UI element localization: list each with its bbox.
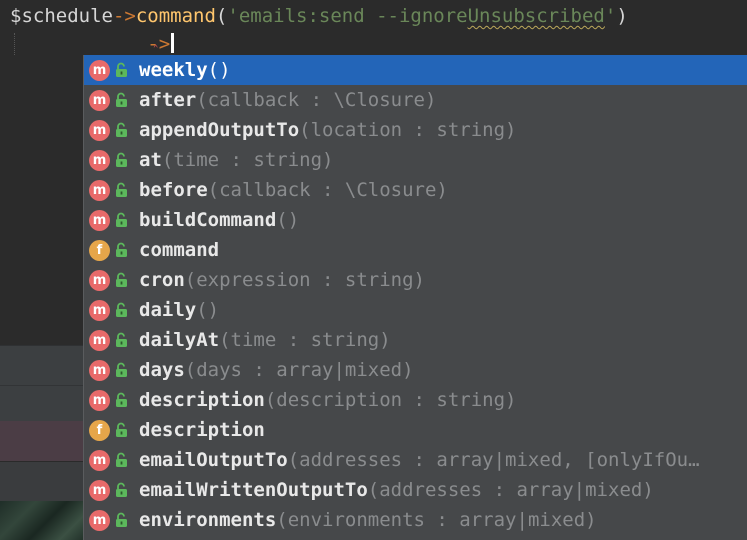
method-kind-icon: m bbox=[89, 179, 110, 201]
background-panel-highlight bbox=[0, 421, 84, 461]
completion-item-name: description bbox=[139, 419, 265, 441]
unlocked-padlock-icon bbox=[115, 452, 128, 468]
unlocked-padlock-icon bbox=[115, 242, 128, 258]
method-kind-icon: m bbox=[89, 89, 110, 111]
completion-item-signature: (description : string) bbox=[264, 389, 517, 411]
code-variable: $schedule bbox=[10, 5, 113, 27]
completion-item-signature: (time : string) bbox=[161, 149, 334, 171]
completion-item-name: description bbox=[139, 389, 265, 411]
completion-item-name: cron bbox=[139, 269, 185, 291]
completion-item-name: buildCommand bbox=[139, 209, 277, 231]
unlocked-padlock-icon bbox=[115, 362, 128, 378]
completion-item[interactable]: m cron (expression : string) bbox=[84, 265, 747, 295]
completion-item[interactable]: m description (description : string) bbox=[84, 385, 747, 415]
code-open-paren: ( bbox=[215, 5, 228, 27]
completion-item[interactable]: m before (callback : \Closure) bbox=[84, 175, 747, 205]
caret-error-mark-icon: ⌃ bbox=[153, 44, 159, 54]
completion-item-signature: (addresses : array|mixed) bbox=[367, 479, 654, 501]
unlocked-padlock-icon bbox=[115, 212, 128, 228]
code-method-name: command bbox=[135, 5, 216, 27]
completion-item-signature: (location : string) bbox=[299, 119, 517, 141]
method-kind-icon: m bbox=[89, 509, 110, 531]
completion-item[interactable]: f description bbox=[84, 415, 747, 445]
background-panel bbox=[0, 461, 84, 502]
completion-item-signature: (days : array|mixed) bbox=[184, 359, 414, 381]
completion-item-signature: () bbox=[207, 59, 231, 81]
completion-item-name: environments bbox=[139, 509, 277, 531]
completion-item[interactable]: m at (time : string) bbox=[84, 145, 747, 175]
completion-item-name: days bbox=[139, 359, 185, 381]
unlocked-padlock-icon bbox=[115, 332, 128, 348]
text-caret bbox=[171, 33, 175, 53]
field-kind-icon: f bbox=[89, 419, 110, 441]
background-panel bbox=[0, 385, 84, 422]
completion-item-name: dailyAt bbox=[139, 329, 220, 351]
method-kind-icon: m bbox=[89, 209, 110, 231]
code-completion-popup[interactable]: m weekly() m after (callback : \Closure) m app… bbox=[83, 55, 747, 540]
completion-item-signature: (expression : string) bbox=[184, 269, 425, 291]
completion-item[interactable]: m environments (environments : array|mixed… bbox=[84, 505, 747, 535]
completion-item-signature: (addresses : array|mixed, [onlyIfOu… bbox=[287, 449, 700, 471]
completion-item[interactable]: m weekly() bbox=[84, 55, 747, 85]
completion-item[interactable]: m after (callback : \Closure) bbox=[84, 85, 747, 115]
code-line-2[interactable]: -> bbox=[10, 30, 175, 58]
code-arrow-operator: -> bbox=[112, 5, 136, 27]
unlocked-padlock-icon bbox=[115, 122, 128, 138]
completion-item[interactable]: f command bbox=[84, 235, 747, 265]
completion-item-name: command bbox=[139, 239, 220, 261]
completion-item-name: at bbox=[139, 149, 162, 171]
unlocked-padlock-icon bbox=[115, 272, 128, 288]
completion-item-name: appendOutputTo bbox=[139, 119, 300, 141]
completion-item[interactable]: m dailyAt (time : string) bbox=[84, 325, 747, 355]
completion-item-name: after bbox=[139, 89, 197, 111]
code-line-1[interactable]: $schedule->command('emails:send --ignore… bbox=[10, 2, 628, 30]
method-kind-icon: m bbox=[89, 359, 110, 381]
unlocked-padlock-icon bbox=[115, 182, 128, 198]
completion-item-signature: () bbox=[196, 299, 220, 321]
code-arrow-operator-2: -> bbox=[147, 33, 171, 55]
background-image-thumbnail bbox=[0, 501, 84, 540]
method-kind-icon: m bbox=[89, 149, 110, 171]
code-string-start: 'emails:send --ignore bbox=[227, 5, 468, 27]
field-kind-icon: f bbox=[89, 239, 110, 261]
completion-item-name: before bbox=[139, 179, 208, 201]
code-close-paren: ) bbox=[616, 5, 628, 27]
completion-item[interactable]: m daily() bbox=[84, 295, 747, 325]
unlocked-padlock-icon bbox=[115, 92, 128, 108]
completion-item[interactable]: m bbox=[84, 535, 747, 540]
method-kind-icon: m bbox=[89, 299, 110, 321]
completion-item[interactable]: m appendOutputTo (location : string) bbox=[84, 115, 747, 145]
completion-item-name: weekly bbox=[139, 59, 208, 81]
method-kind-icon: m bbox=[89, 449, 110, 471]
completion-item-name: emailWrittenOutputTo bbox=[139, 479, 368, 501]
unlocked-padlock-icon bbox=[115, 302, 128, 318]
unlocked-padlock-icon bbox=[115, 422, 128, 438]
unlocked-padlock-icon bbox=[115, 62, 128, 78]
completion-item[interactable]: m days (days : array|mixed) bbox=[84, 355, 747, 385]
completion-item-signature: (callback : \Closure) bbox=[207, 179, 448, 201]
method-kind-icon: m bbox=[89, 329, 110, 351]
unlocked-padlock-icon bbox=[115, 482, 128, 498]
unlocked-padlock-icon bbox=[115, 512, 128, 528]
background-panel bbox=[0, 345, 84, 386]
completion-item-signature: (time : string) bbox=[219, 329, 391, 351]
completion-item-name: daily bbox=[139, 299, 197, 321]
completion-item[interactable]: m emailOutputTo (addresses : array|mixed, … bbox=[84, 445, 747, 475]
completion-item-signature: (callback : \Closure) bbox=[196, 89, 437, 111]
code-string-end: ' bbox=[604, 5, 617, 27]
completion-item-name: emailOutputTo bbox=[139, 449, 288, 471]
method-kind-icon: m bbox=[89, 269, 110, 291]
method-kind-icon: m bbox=[89, 59, 110, 81]
unlocked-padlock-icon bbox=[115, 392, 128, 408]
method-kind-icon: m bbox=[89, 479, 110, 501]
method-kind-icon: m bbox=[89, 389, 110, 411]
completion-item[interactable]: m emailWrittenOutputTo (addresses : array|… bbox=[84, 475, 747, 505]
completion-item-signature: () bbox=[276, 209, 300, 231]
unlocked-padlock-icon bbox=[115, 152, 128, 168]
completion-item[interactable]: m buildCommand() bbox=[84, 205, 747, 235]
completion-item-signature: (environments : array|mixed) bbox=[276, 509, 597, 531]
code-string-spellcheck-word: Unsubscribed bbox=[467, 5, 605, 27]
method-kind-icon: m bbox=[89, 119, 110, 141]
